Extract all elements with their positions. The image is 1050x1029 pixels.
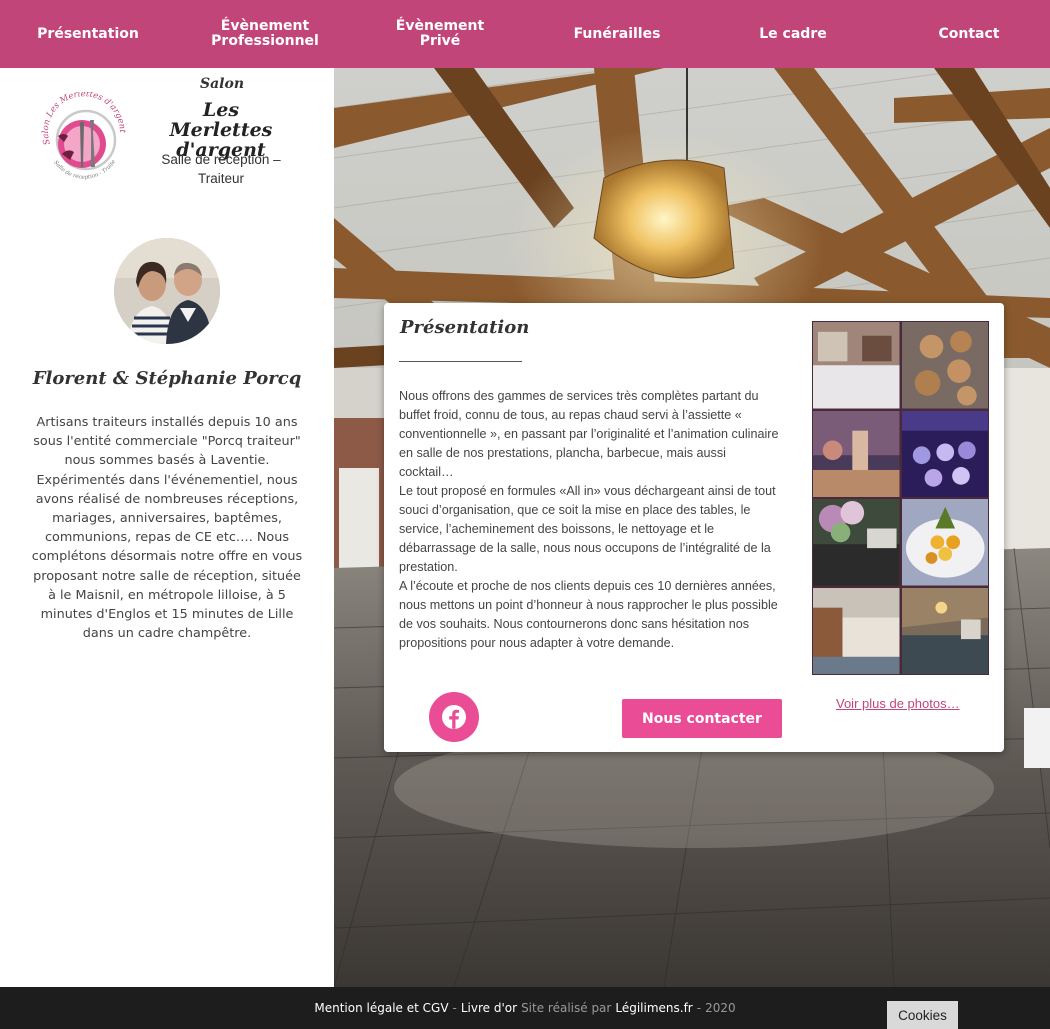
- footer-separator: -: [452, 1001, 457, 1015]
- nav-item-label: Funérailles: [573, 25, 661, 42]
- footer-year: 2020: [705, 1001, 736, 1015]
- presentation-card: Présentation Nous offrons des gammes de …: [384, 303, 1004, 752]
- nav-item-funerailles[interactable]: Funérailles: [549, 0, 685, 68]
- top-navigation: Présentation Évènement Professionnel Évè…: [0, 0, 1050, 68]
- gallery-photo[interactable]: [813, 587, 900, 674]
- title-divider: [399, 361, 522, 362]
- nav-item-le-cadre[interactable]: Le cadre: [725, 0, 861, 68]
- footer-separator: -: [696, 1001, 702, 1015]
- gallery-photo[interactable]: [901, 587, 988, 674]
- sidebar: Salon Les Merlettes d'argent Salle de ré…: [0, 68, 334, 987]
- nav-item-contact[interactable]: Contact: [901, 0, 1037, 68]
- gallery-photo[interactable]: [901, 410, 988, 497]
- cookies-button[interactable]: Cookies: [887, 1001, 958, 1029]
- card-title: Présentation: [400, 317, 530, 338]
- presentation-paragraph: Nous offrons des gammes de services très…: [399, 389, 779, 479]
- nav-item-presentation[interactable]: Présentation: [20, 0, 156, 68]
- gallery-photo[interactable]: [901, 322, 988, 409]
- brand-name-line: Les Merlettes: [169, 99, 273, 141]
- presentation-text: Nous offrons des gammes de services très…: [399, 387, 782, 653]
- owners-name: Florent & Stéphanie Porcq: [32, 368, 302, 389]
- presentation-paragraph: A l’écoute et proche de nos clients depu…: [399, 579, 778, 650]
- photo-gallery: [812, 321, 989, 675]
- gallery-photo[interactable]: [901, 499, 988, 586]
- gallery-photo[interactable]: [813, 322, 900, 409]
- brand-subtitle-line: Traiteur: [197, 171, 244, 186]
- gallery-photo[interactable]: [813, 410, 900, 497]
- brand-subtitle: Salle de réception – Traiteur: [150, 150, 292, 188]
- footer-credit-prefix: Site réalisé par: [521, 1001, 612, 1015]
- nav-item-label: Privé: [419, 33, 461, 49]
- contact-button[interactable]: Nous contacter: [622, 699, 782, 738]
- brand-subtitle-line: Salle de réception –: [161, 152, 281, 167]
- agency-link[interactable]: Légilimens.fr: [615, 1001, 692, 1015]
- guestbook-link[interactable]: Livre d'or: [461, 1001, 517, 1015]
- facebook-icon: [442, 705, 466, 729]
- nav-item-label: Contact: [938, 25, 1000, 42]
- nav-item-evenement-professionnel[interactable]: Évènement Professionnel: [196, 0, 334, 68]
- nav-item-label: Professionnel: [211, 33, 319, 49]
- nav-item-label: Présentation: [37, 25, 139, 42]
- owners-avatar: [114, 238, 220, 344]
- brand-salon-word: Salon: [199, 76, 245, 92]
- gallery-photo[interactable]: [813, 499, 900, 586]
- owners-bio: Artisans traiteurs installés depuis 10 a…: [31, 415, 303, 642]
- presentation-paragraph: Le tout proposé en formules «All in» vou…: [399, 484, 776, 574]
- nav-item-evenement-prive[interactable]: Évènement Privé: [372, 0, 508, 68]
- nav-item-label: Le cadre: [759, 25, 827, 42]
- facebook-button[interactable]: [429, 692, 479, 742]
- nav-item-label: Évènement: [220, 18, 310, 34]
- legal-link[interactable]: Mention légale et CGV: [314, 1001, 448, 1015]
- brand-logo[interactable]: Salon Les Merlettes d'argent Salle de ré…: [38, 92, 130, 184]
- nav-item-label: Évènement: [395, 18, 485, 34]
- more-photos-link[interactable]: Voir plus de photos…: [836, 696, 960, 711]
